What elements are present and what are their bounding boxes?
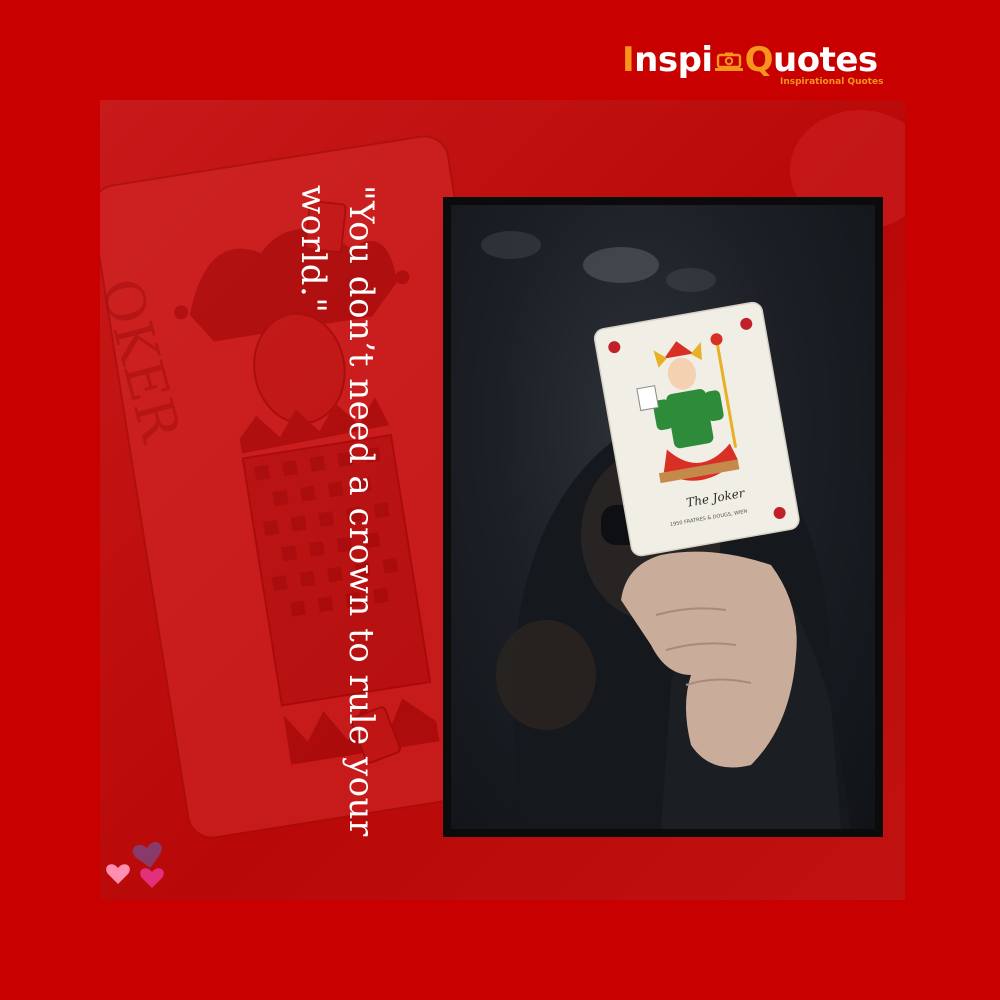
brand-logo[interactable]: Inspi Quotes Inspirational Quotes: [622, 40, 884, 90]
quote-poster: Inspi Quotes Inspirational Quotes OKER "…: [0, 0, 1000, 1000]
logo-text-uotes: uotes: [773, 40, 878, 80]
joker-card-photo: The Joker 1950 FRATRES & DOUGS, WIEN: [451, 205, 875, 829]
logo-text-nspi: nspi: [634, 40, 713, 80]
logo-tagline: Inspirational Quotes: [780, 77, 884, 87]
logo-letter-i: I: [622, 40, 635, 80]
logo-letter-q: Q: [744, 40, 774, 80]
photo-frame: The Joker 1950 FRATRES & DOUGS, WIEN: [443, 197, 883, 837]
hearts-decoration: [106, 842, 164, 888]
quote-text: "You don’t need a crown to rule your wor…: [293, 185, 381, 837]
camera-icon: [714, 42, 744, 71]
logo-wordmark: Inspi Quotes: [622, 40, 878, 80]
